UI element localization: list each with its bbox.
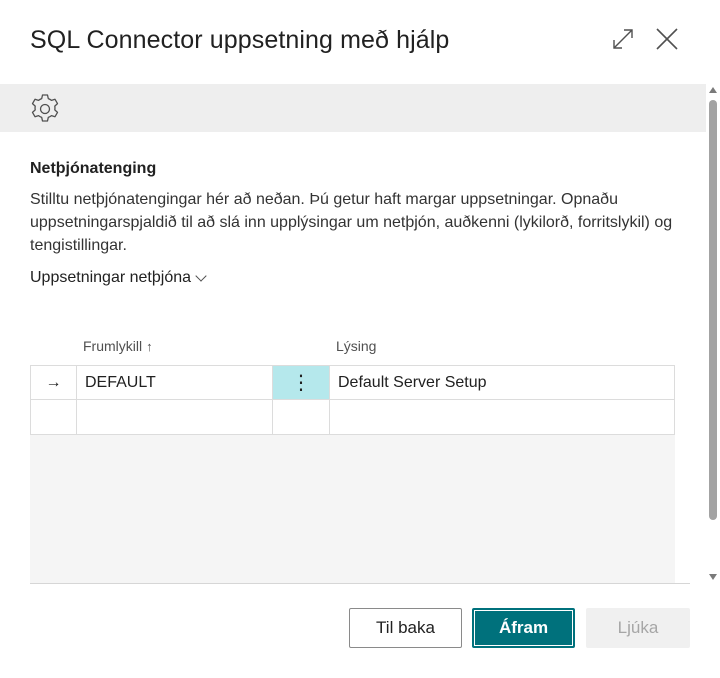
cell-key[interactable] [77, 400, 273, 434]
settings-bar [0, 84, 706, 132]
assisted-setup-dialog: SQL Connector uppsetning með hjálp Netþj… [0, 0, 720, 678]
subpage-menu-toggle[interactable]: Uppsetningar netþjóna [30, 269, 207, 287]
column-header-key-label: Frumlykill [83, 338, 143, 354]
arrow-right-icon: → [45, 373, 62, 391]
cell-key[interactable]: DEFAULT [77, 366, 273, 399]
more-options-icon: ⋮ [291, 371, 311, 394]
row-actions-button[interactable]: ⋮ [273, 366, 330, 399]
cell-description[interactable]: Default Server Setup [330, 366, 674, 399]
scroll-down-icon[interactable] [709, 574, 717, 580]
expand-icon [613, 29, 633, 49]
vertical-scrollbar[interactable] [706, 84, 720, 584]
grid-rows: → DEFAULT ⋮ Default Server Setup [30, 365, 675, 435]
section-title: Netþjónatenging [30, 160, 157, 177]
dialog-title: SQL Connector uppsetning með hjálp [30, 26, 450, 54]
footer-divider [30, 583, 690, 584]
row-actions-button[interactable] [273, 400, 330, 434]
row-selector[interactable]: → [31, 366, 77, 399]
close-button[interactable] [652, 24, 682, 54]
chevron-down-icon [195, 269, 207, 282]
column-header-description[interactable]: Lýsing [336, 338, 376, 354]
table-row-empty[interactable] [30, 400, 675, 435]
gear-icon [31, 94, 59, 122]
close-icon [656, 28, 678, 50]
settings-button[interactable] [28, 92, 62, 126]
table-row[interactable]: → DEFAULT ⋮ Default Server Setup [30, 365, 675, 400]
expand-button[interactable] [608, 24, 638, 54]
next-button[interactable]: Áfram [472, 608, 575, 648]
cell-description[interactable] [330, 400, 674, 434]
scrollbar-thumb[interactable] [709, 100, 717, 520]
sort-ascending-icon: ↑ [146, 338, 153, 354]
row-selector[interactable] [31, 400, 77, 434]
subpage-label: Uppsetningar netþjóna [30, 269, 192, 286]
back-button[interactable]: Til baka [349, 608, 462, 648]
finish-button: Ljúka [586, 608, 690, 648]
grid-empty-area [30, 435, 675, 583]
section-description: Stilltu netþjónatengingar hér að neðan. … [30, 191, 673, 254]
column-header-key[interactable]: Frumlykill ↑ [83, 338, 153, 354]
scroll-up-icon[interactable] [709, 87, 717, 93]
